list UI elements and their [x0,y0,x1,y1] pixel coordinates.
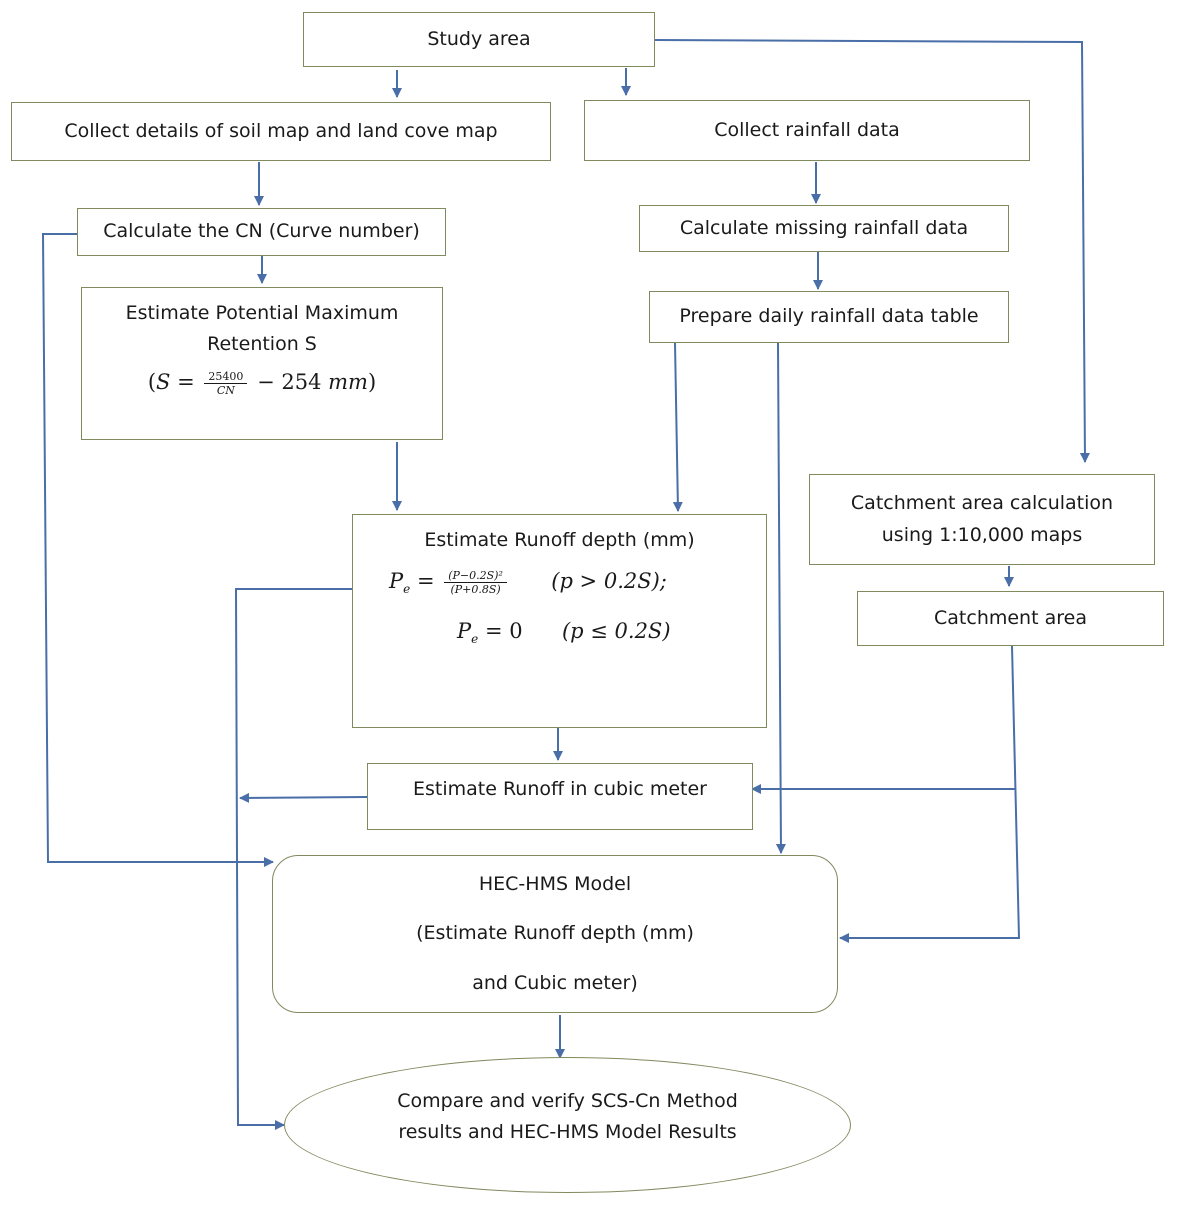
node-line-1: HEC-HMS Model [478,872,632,895]
node-title: Estimate Runoff depth (mm) [424,529,695,551]
node-prepare-daily: Prepare daily rainfall data table [649,291,1009,343]
fraction-numerator: 25400 [204,370,248,384]
edge-catchment-to-hec [839,645,1021,943]
node-label: Catchment area [934,606,1087,629]
runoff-formula-1: Pe = (P−0.2S)² (P+0.8S) (p > 0.2S); [353,564,766,600]
fraction-denominator: CN [216,383,235,397]
node-label: Calculate missing rainfall data [679,216,969,239]
formula-condition: (p > 0.2S); [551,569,667,594]
fraction-denominator: (P+0.8S) [450,583,501,597]
node-collect-rainfall: Collect rainfall data [584,100,1030,161]
formula-lhs: P [457,619,472,644]
formula-fraction: (P−0.2S)² (P+0.8S) [444,569,507,596]
node-line-2: results and HEC-HMS Model Results [398,1121,737,1143]
fraction-numerator: (P−0.2S)² [444,569,507,584]
node-hec-hms: HEC-HMS Model (Estimate Runoff depth (mm… [272,855,838,1013]
node-label: Study area [427,27,531,50]
node-compare: Compare and verify SCS-Cn Method results… [284,1057,851,1193]
formula-paren: ) [367,369,377,394]
node-catchment-calc: Catchment area calculation using 1:10,00… [809,474,1155,565]
formula-subscript: e [403,582,411,597]
edge-prepare-to-runoff [672,342,683,512]
formula-eq: = [177,369,195,394]
formula-lhs: S [156,369,171,394]
node-line-2: (Estimate Runoff depth (mm) [416,922,694,945]
node-line-3: and Cubic meter) [472,971,638,994]
formula-condition: (p ≤ 0.2S) [561,619,671,644]
edge-cubic-to-compare-line [239,792,368,803]
node-runoff-cubic: Estimate Runoff in cubic meter [367,763,753,830]
node-calc-missing: Calculate missing rainfall data [639,205,1009,252]
formula-constant: − 254 [257,369,322,394]
node-catchment-area: Catchment area [857,591,1164,646]
node-line-1: Compare and verify SCS-Cn Method [397,1089,738,1112]
formula-unit: mm [328,369,368,394]
formula-subscript: e [471,632,479,647]
node-estimate-s: Estimate Potential Maximum Retention S (… [81,287,443,440]
node-line-2: Retention S [207,333,317,356]
edge-prepare-to-hec [775,342,786,854]
node-label: Calculate the CN (Curve number) [103,220,420,243]
node-label: Estimate Runoff in cubic meter [413,778,707,800]
formula-lhs: P [389,569,404,594]
formula-eq: = [416,569,435,594]
node-line-1: Catchment area calculation [850,492,1114,515]
runoff-formula-2: Pe = 0 (p ≤ 0.2S) [353,614,766,650]
node-calc-cn: Calculate the CN (Curve number) [77,208,446,256]
node-label: Prepare daily rainfall data table [679,305,979,328]
node-study-area: Study area [303,12,655,67]
formula-eq: = 0 [484,619,523,644]
node-line-1: Estimate Potential Maximum [125,302,399,324]
formula-paren: ( [147,369,157,394]
node-label: Collect rainfall data [714,118,900,141]
s-formula: (S = 25400 CN − 254 mm) [148,365,376,400]
formula-fraction: 25400 CN [204,370,248,397]
node-runoff-depth: Estimate Runoff depth (mm) Pe = (P−0.2S)… [352,514,767,728]
node-label: Collect details of soil map and land cov… [64,119,498,142]
node-collect-soil: Collect details of soil map and land cov… [11,102,551,161]
node-line-2: using 1:10,000 maps [881,523,1083,546]
